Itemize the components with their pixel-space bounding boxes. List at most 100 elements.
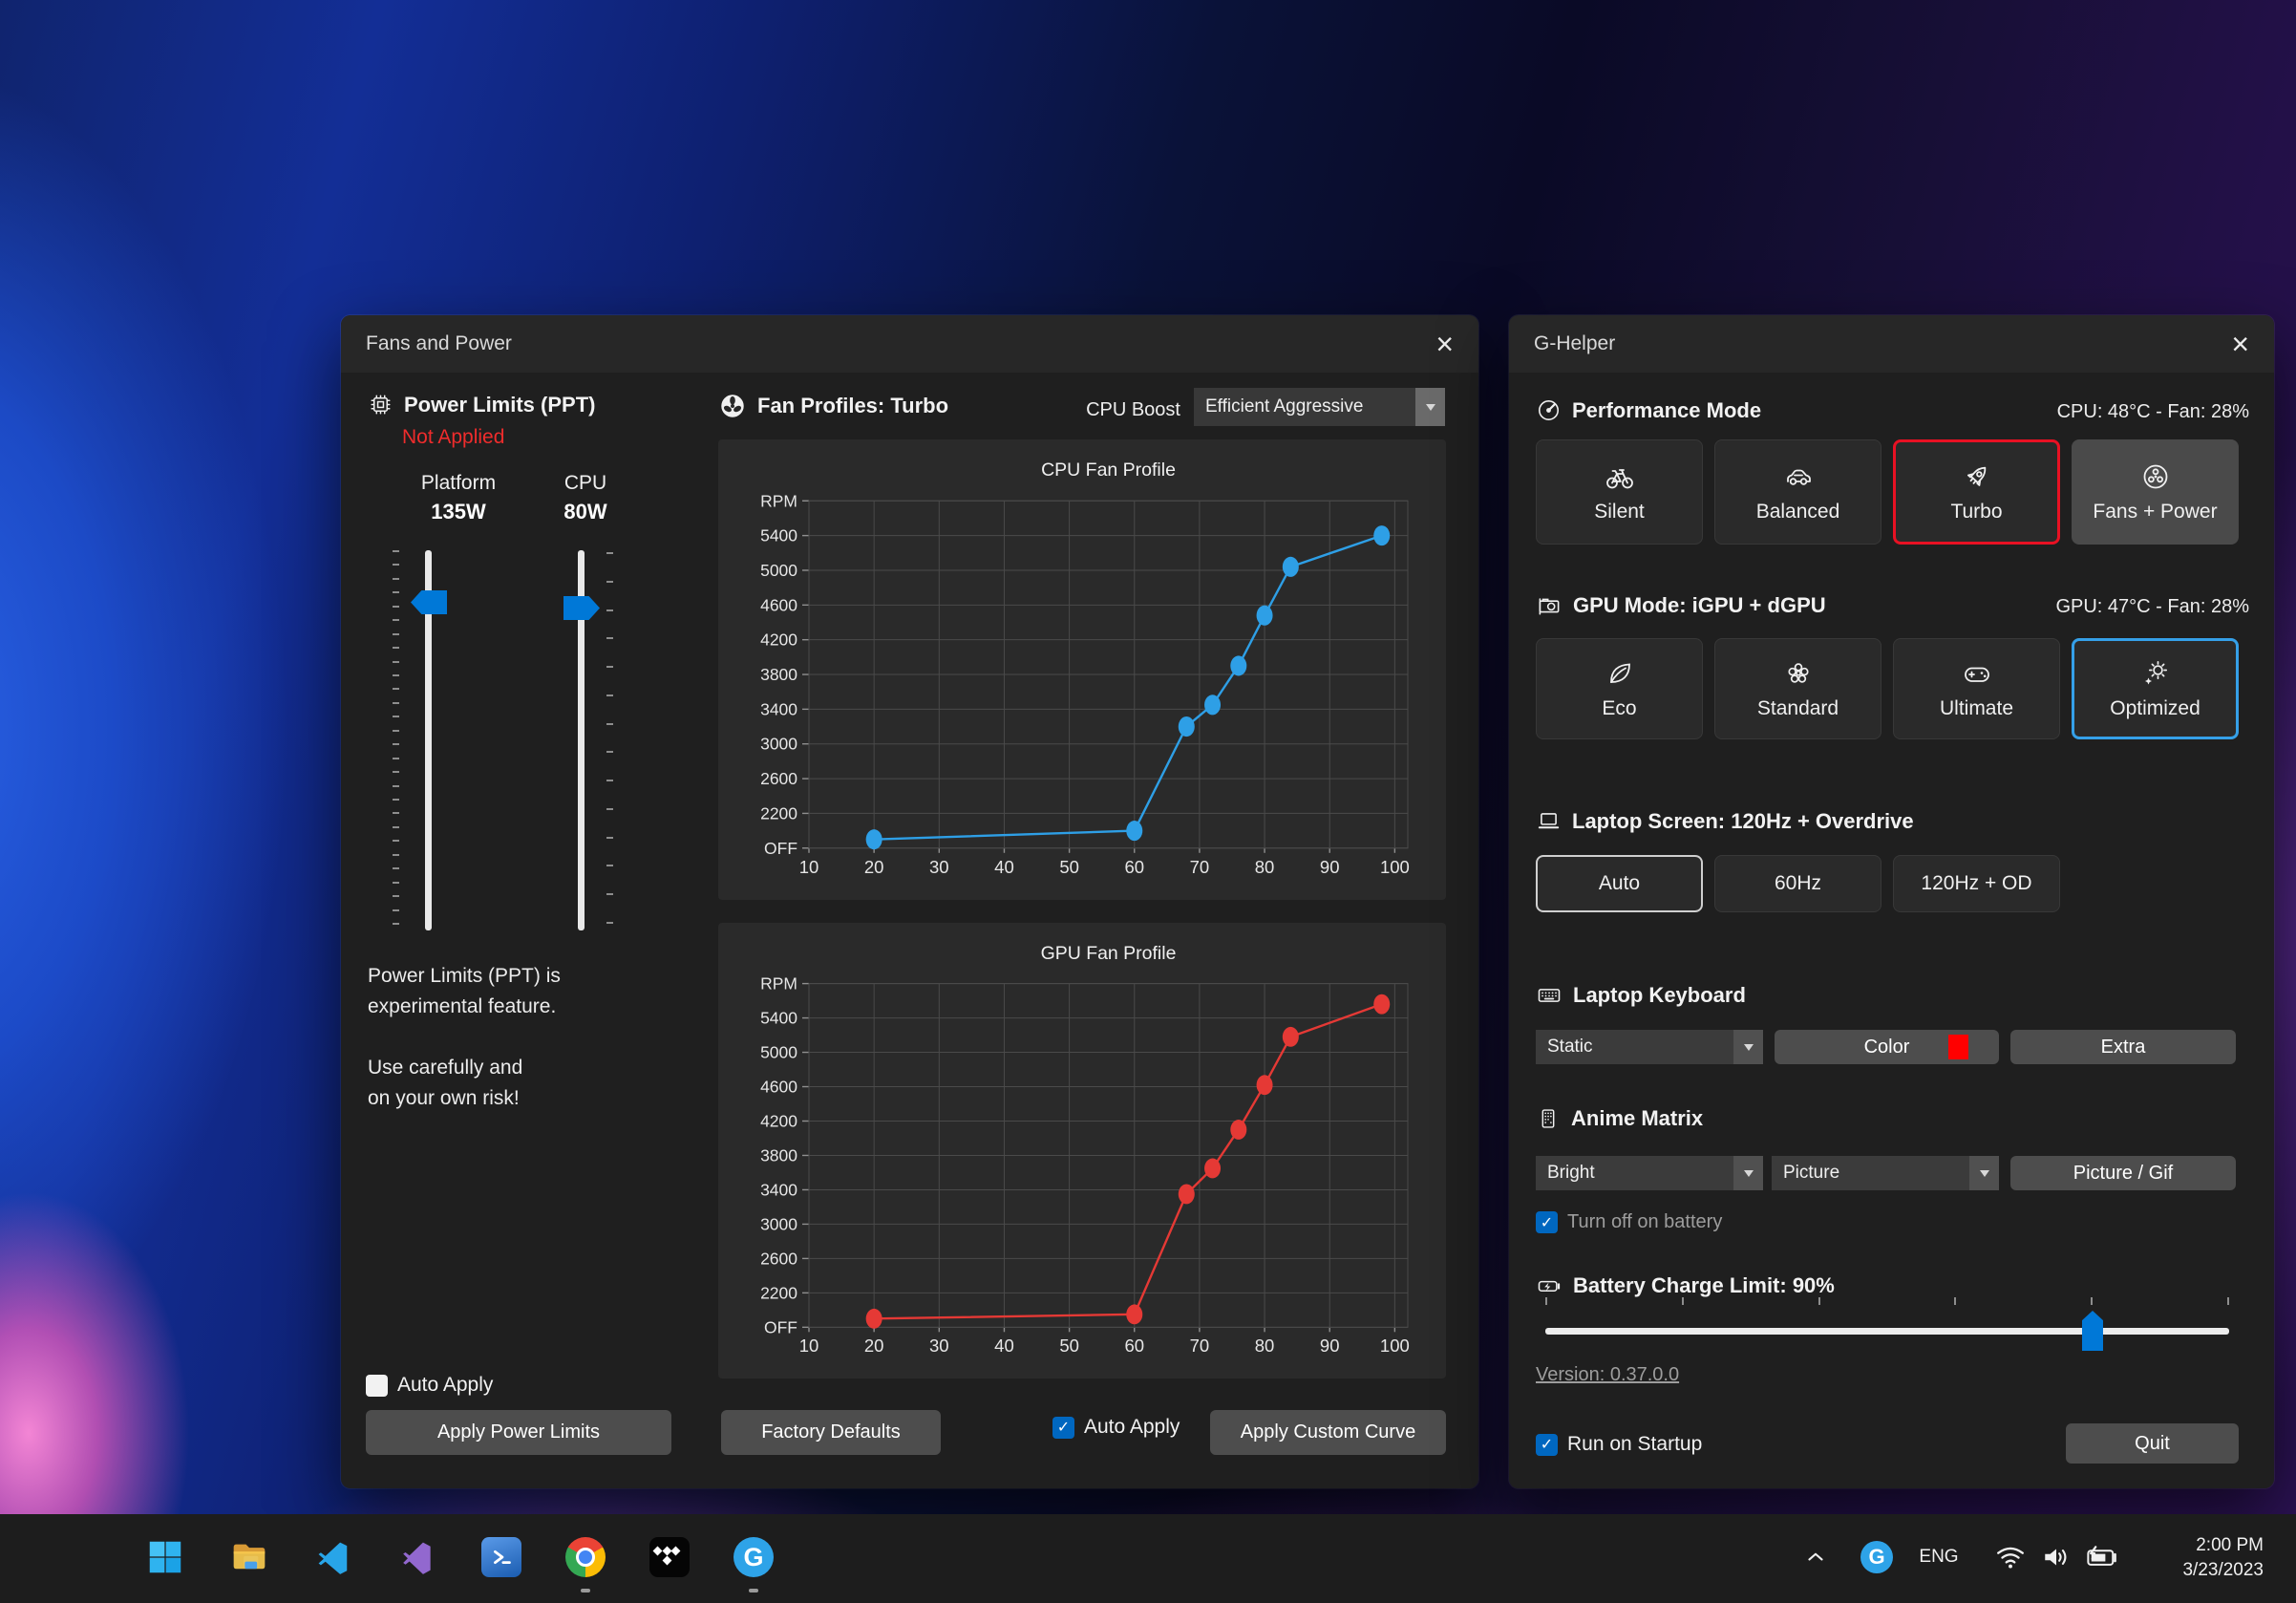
svg-text:60: 60 [1124, 857, 1144, 877]
turn-off-on-battery-checkbox[interactable]: ✓ [1536, 1211, 1558, 1233]
chip-icon [368, 392, 393, 417]
gear-sparkle-icon [2140, 658, 2171, 689]
version-link[interactable]: Version: 0.37.0.0 [1536, 1364, 1679, 1386]
svg-text:CPU Fan Profile: CPU Fan Profile [1041, 460, 1176, 481]
svg-text:10: 10 [799, 857, 819, 877]
chevron-down-icon[interactable] [1733, 1156, 1763, 1190]
run-on-startup-row: ✓ Run on Startup [1536, 1433, 1702, 1456]
anime-brightness-value: Bright [1547, 1163, 1595, 1184]
wifi-tray-icon[interactable] [1988, 1535, 2032, 1579]
keyboard-extra-button[interactable]: Extra [2010, 1030, 2236, 1064]
screen-button-60hz[interactable]: 60Hz [1714, 855, 1881, 912]
svg-text:3400: 3400 [760, 1180, 797, 1199]
chevron-down-icon[interactable] [1969, 1156, 1999, 1190]
svg-text:2600: 2600 [760, 1249, 797, 1268]
svg-text:80: 80 [1255, 857, 1275, 877]
tray-chevron-up[interactable] [1794, 1535, 1838, 1579]
tile-label: Silent [1594, 501, 1645, 524]
svg-text:100: 100 [1380, 857, 1410, 877]
fans-window-titlebar[interactable]: Fans and Power × [341, 315, 1478, 373]
keyboard-mode-dropdown[interactable]: Static [1536, 1030, 1763, 1064]
screen-button-label: 120Hz + OD [1921, 872, 2031, 895]
battery-slider-track[interactable] [1545, 1328, 2229, 1335]
screen-button-auto[interactable]: Auto [1536, 855, 1703, 912]
gpu-tile-standard[interactable]: Standard [1714, 638, 1881, 739]
anime-matrix-header: Anime Matrix [1536, 1106, 1703, 1131]
quit-button[interactable]: Quit [2066, 1423, 2239, 1464]
cpu-power-slider[interactable] [532, 545, 637, 936]
platform-power-slider[interactable] [379, 545, 484, 936]
battery-tray-icon[interactable] [2080, 1535, 2124, 1579]
gpu-tile-optimized[interactable]: Optimized [2072, 638, 2239, 739]
platform-value: 135W [398, 500, 519, 524]
gpu-mode-title: GPU Mode: iGPU + dGPU [1573, 593, 1826, 618]
gpu-tile-ultimate[interactable]: Ultimate [1893, 638, 2060, 739]
terminal-button[interactable] [479, 1535, 523, 1579]
chevron-down-icon[interactable] [1733, 1030, 1763, 1064]
screen-button-120hz-od[interactable]: 120Hz + OD [1893, 855, 2060, 912]
perf-tile-turbo[interactable]: Turbo [1893, 439, 2060, 545]
perf-tile-silent[interactable]: Silent [1536, 439, 1703, 545]
wifi-icon [1995, 1542, 2026, 1572]
running-indicator [581, 1589, 590, 1592]
battery-slider-thumb[interactable] [2082, 1311, 2103, 1351]
ghelper-titlebar[interactable]: G-Helper × [1509, 315, 2274, 373]
apply-custom-curve-button[interactable]: Apply Custom Curve [1210, 1410, 1446, 1455]
svg-text:3000: 3000 [760, 735, 797, 754]
curve-auto-apply-checkbox[interactable]: ✓ [1052, 1417, 1074, 1439]
gauge-icon [1536, 397, 1562, 423]
gpu-tile-eco[interactable]: Eco [1536, 638, 1703, 739]
ghelper-tray-icon[interactable]: G [1855, 1535, 1899, 1579]
vscode-button[interactable] [311, 1535, 355, 1579]
start-button[interactable] [143, 1535, 187, 1579]
fan-icon [718, 392, 747, 420]
factory-defaults-button[interactable]: Factory Defaults [721, 1410, 941, 1455]
run-on-startup-checkbox[interactable]: ✓ [1536, 1434, 1558, 1456]
cpu-boost-dropdown[interactable]: Efficient Aggressive [1194, 388, 1445, 426]
chevron-down-icon[interactable] [1415, 388, 1445, 426]
tray-date: 3/23/2023 [2182, 1558, 2264, 1583]
cpu-slider-thumb[interactable] [563, 596, 600, 620]
cpu-fan-chart[interactable]: 102030405060708090100RPM5400500046004200… [718, 439, 1446, 900]
svg-text:50: 50 [1059, 857, 1079, 877]
anime-brightness-dropdown[interactable]: Bright [1536, 1156, 1763, 1190]
cpu-fan-chart-panel[interactable]: 102030405060708090100RPM5400500046004200… [718, 439, 1446, 900]
power-limits-title: Power Limits (PPT) [404, 393, 595, 417]
perf-tile-fans-power[interactable]: Fans + Power [2072, 439, 2239, 545]
apply-power-limits-button[interactable]: Apply Power Limits [366, 1410, 671, 1455]
clock[interactable]: 2:00 PM 3/23/2023 [2182, 1533, 2264, 1583]
close-icon[interactable]: × [1435, 329, 1454, 359]
language-indicator[interactable]: ENG [1910, 1535, 1967, 1579]
volume-tray-icon[interactable] [2034, 1535, 2078, 1579]
svg-text:70: 70 [1190, 1336, 1210, 1356]
anime-mode-value: Picture [1783, 1163, 1839, 1184]
power-limits-note-1: Power Limits (PPT) is experimental featu… [368, 961, 561, 1022]
tile-label: Standard [1757, 697, 1839, 720]
svg-text:RPM: RPM [760, 974, 797, 994]
file-explorer-button[interactable] [227, 1535, 271, 1579]
svg-text:5400: 5400 [760, 526, 797, 545]
gpu-fan-chart-panel[interactable]: 102030405060708090100RPM5400500046004200… [718, 923, 1446, 1379]
battery-bolt-icon [1536, 1272, 1563, 1299]
keyboard-color-button[interactable]: Color [1775, 1030, 1999, 1064]
anime-picture-gif-button[interactable]: Picture / Gif [2010, 1156, 2236, 1190]
perf-tile-balanced[interactable]: Balanced [1714, 439, 1881, 545]
cpu-label: CPU [525, 472, 646, 495]
platform-slider-thumb[interactable] [411, 590, 447, 614]
svg-text:4200: 4200 [760, 1112, 797, 1131]
close-icon[interactable]: × [2231, 329, 2249, 359]
chrome-button[interactable] [563, 1535, 607, 1579]
cpu-temp-status: CPU: 48°C - Fan: 28% [2057, 401, 2249, 423]
gpu-fan-chart[interactable]: 102030405060708090100RPM5400500046004200… [718, 923, 1446, 1379]
anime-battery-checkbox-row: ✓ Turn off on battery [1536, 1211, 1722, 1233]
running-indicator [749, 1589, 758, 1592]
cpu-value: 80W [525, 500, 646, 524]
ghelper-taskbar-button[interactable]: G [732, 1535, 776, 1579]
power-auto-apply-checkbox[interactable] [366, 1375, 388, 1397]
laptop-keyboard-header: Laptop Keyboard [1536, 982, 1746, 1009]
visual-studio-button[interactable] [395, 1535, 439, 1579]
anime-mode-dropdown[interactable]: Picture [1772, 1156, 1999, 1190]
tile-label: Ultimate [1940, 697, 2013, 720]
tidal-button[interactable] [648, 1535, 691, 1579]
chevron-up-icon [1803, 1545, 1828, 1570]
